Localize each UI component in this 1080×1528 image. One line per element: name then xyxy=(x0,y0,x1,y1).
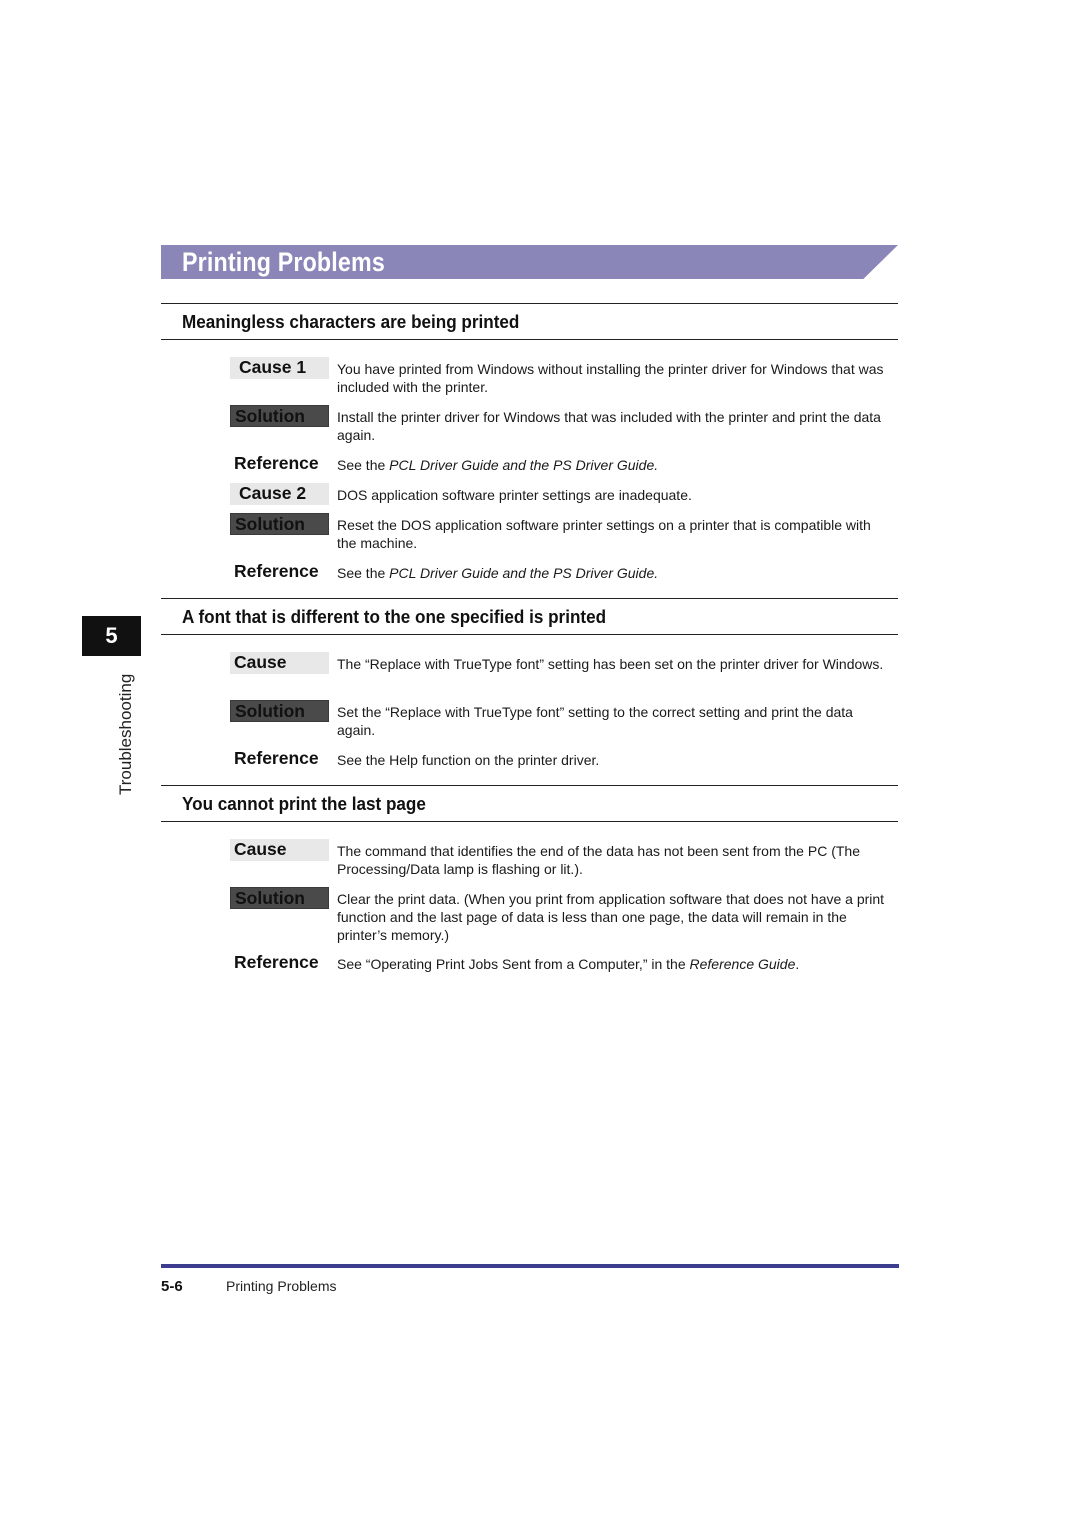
footer-section-title: Printing Problems xyxy=(226,1278,337,1294)
footer-rule xyxy=(161,1264,899,1268)
section-last-page: You cannot print the last page Cause The… xyxy=(161,785,898,972)
chapter-label: Troubleshooting xyxy=(116,673,135,795)
solution-label: Solution xyxy=(230,513,329,535)
section-heading: You cannot print the last page xyxy=(161,785,898,822)
reference-text: See the PCL Driver Guide and the PS Driv… xyxy=(337,457,659,473)
cause-text: You have printed from Windows without in… xyxy=(337,361,884,395)
section-heading-text: Meaningless characters are being printed xyxy=(182,312,520,332)
solution-label: Solution xyxy=(230,887,329,909)
cause-text: The “Replace with TrueType font” setting… xyxy=(337,656,884,672)
cause-text: The command that identifies the end of t… xyxy=(337,843,860,877)
cause-label: Cause xyxy=(230,652,329,674)
cause-text: DOS application software printer setting… xyxy=(337,487,692,503)
section-meaningless-characters: Meaningless characters are being printed… xyxy=(161,303,898,581)
reference-text: See the Help function on the printer dri… xyxy=(337,752,600,768)
solution-label: Solution xyxy=(230,405,329,427)
reference-text: See “Operating Print Jobs Sent from a Co… xyxy=(337,956,800,972)
solution-text: Clear the print data. (When you print fr… xyxy=(337,891,885,943)
chapter-tab: 5 xyxy=(82,616,141,656)
page-title-banner: Printing Problems xyxy=(161,245,898,279)
solution-label: Solution xyxy=(230,700,329,722)
section-heading: Meaningless characters are being printed xyxy=(161,303,898,340)
solution-text: Install the printer driver for Windows t… xyxy=(337,409,881,443)
reference-label: Reference xyxy=(234,952,319,972)
section-heading-text: You cannot print the last page xyxy=(182,794,426,814)
solution-text: Set the “Replace with TrueType font” set… xyxy=(337,704,853,738)
reference-label: Reference xyxy=(234,561,319,581)
section-font-different: A font that is different to the one spec… xyxy=(161,598,898,768)
reference-label: Reference xyxy=(234,453,319,473)
cause-label: Cause 2 xyxy=(230,483,329,505)
footer-page-number: 5-6 xyxy=(161,1278,183,1295)
section-heading: A font that is different to the one spec… xyxy=(161,598,898,635)
reference-text: See the PCL Driver Guide and the PS Driv… xyxy=(337,565,659,581)
cause-label: Cause xyxy=(230,839,329,861)
reference-label: Reference xyxy=(234,748,319,768)
section-heading-text: A font that is different to the one spec… xyxy=(182,607,607,627)
cause-label: Cause 1 xyxy=(230,357,329,379)
page-title: Printing Problems xyxy=(182,247,385,277)
solution-text: Reset the DOS application software print… xyxy=(337,517,871,551)
